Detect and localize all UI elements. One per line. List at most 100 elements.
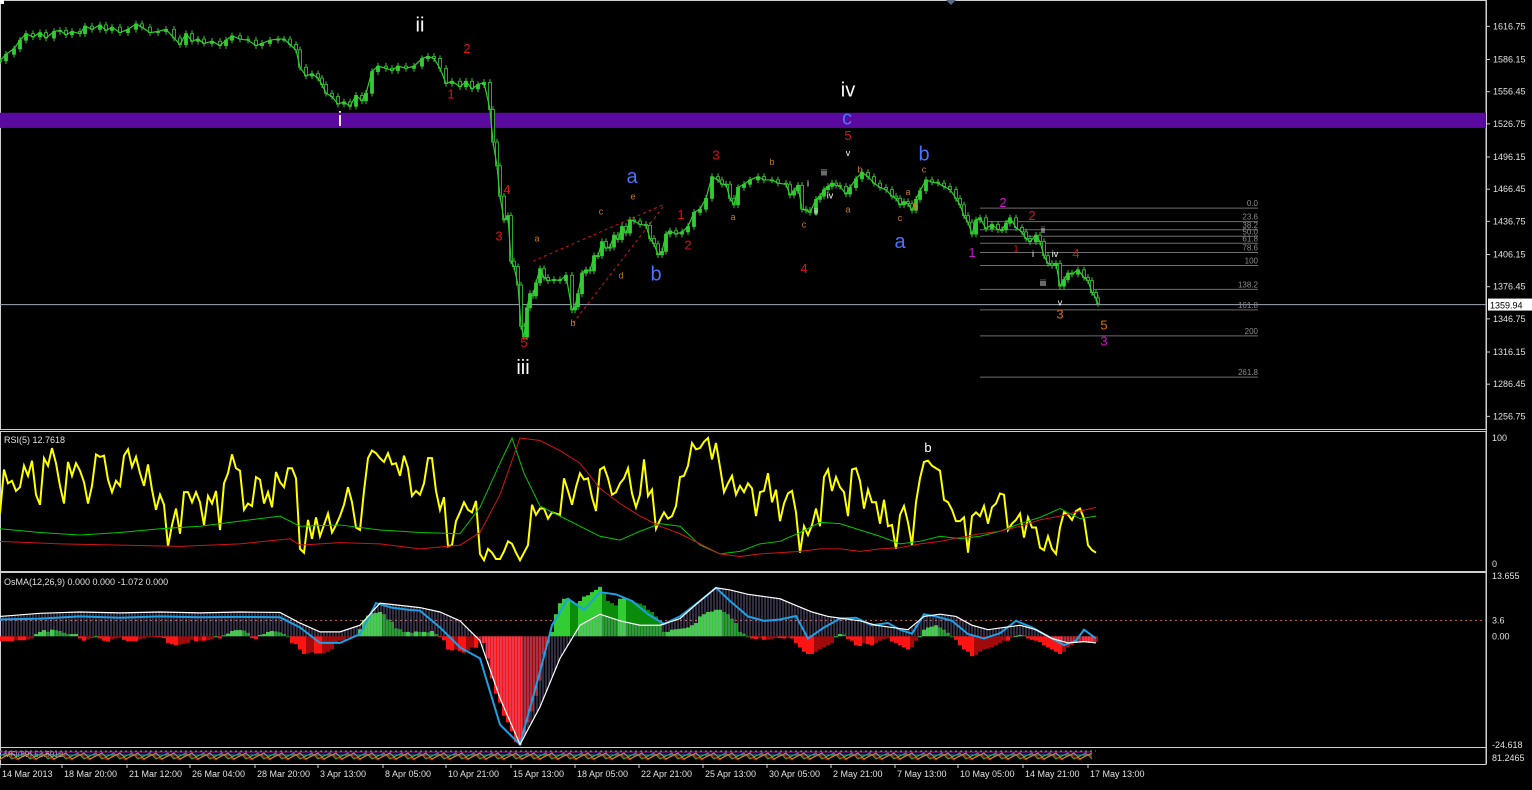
- osma-bar: [6, 636, 10, 642]
- wave-label: v: [1058, 298, 1063, 308]
- osma-bar: [966, 636, 970, 652]
- osma-bar: [754, 636, 758, 639]
- osma-bar: [18, 636, 22, 641]
- osma-bar: [738, 631, 742, 637]
- osma-bar: [798, 636, 802, 648]
- wave-label: b: [924, 440, 931, 455]
- price-tick-label: 1616.75: [1493, 21, 1526, 31]
- price-tick-label: 1436.75: [1493, 216, 1526, 226]
- osma-bar: [434, 634, 438, 637]
- osma-bar: [898, 636, 902, 646]
- osma-bar: [1010, 636, 1014, 638]
- osma-bar: [466, 636, 470, 651]
- osma-bar: [510, 636, 514, 732]
- osma-bar: [506, 636, 510, 723]
- osma-bar: [954, 636, 958, 640]
- osma-bar: [326, 636, 330, 652]
- wave-label: a: [730, 212, 735, 222]
- osma-bar: [282, 634, 286, 637]
- panel-frame-0: [0, 0, 1487, 430]
- osma-bar: [0, 636, 2, 642]
- osma-bar: [182, 636, 186, 644]
- osma-bar: [830, 636, 834, 643]
- osma-bar: [902, 636, 906, 648]
- osma-bar: [942, 629, 946, 637]
- fib-level-label: 78.6: [1242, 244, 1258, 253]
- osma-bar: [150, 636, 154, 638]
- osma-bar: [790, 636, 794, 639]
- osma-bar: [14, 636, 18, 641]
- osma-bar: [990, 636, 994, 648]
- osma-bar: [158, 636, 162, 638]
- rsi-title: RSI(5) 12.7618: [4, 435, 65, 445]
- osma-bar: [146, 636, 150, 638]
- wave-label: b: [769, 157, 774, 167]
- osma-bar: [862, 636, 866, 643]
- osma-bar: [166, 636, 170, 643]
- osma-bar: [782, 636, 786, 639]
- x-tick-label: 15 Apr 13:00: [513, 769, 564, 779]
- osma-bar: [1034, 636, 1038, 641]
- bottom-axis-line: [0, 764, 1486, 765]
- price-tick-label: 1346.75: [1493, 314, 1526, 324]
- osma-bar: [1026, 636, 1030, 639]
- osma-bar: [822, 636, 826, 648]
- mfi-tick-label: 81.2465: [1492, 753, 1525, 763]
- osma-signal-fill: [0, 587, 1096, 743]
- osma-bar: [566, 598, 570, 637]
- osma-bar: [894, 636, 898, 643]
- osma-bar: [26, 636, 30, 640]
- price-tick-label: 1256.75: [1493, 411, 1526, 421]
- fib-level-label: 261.8: [1238, 368, 1259, 377]
- osma-bar: [842, 634, 846, 637]
- osma-bar: [522, 636, 526, 736]
- osma-bar: [322, 636, 326, 654]
- osma-bar: [882, 636, 886, 639]
- osma-bar: [810, 636, 814, 654]
- wave-label: iv: [827, 190, 834, 200]
- osma-bar: [666, 631, 670, 637]
- osma-bar: [22, 636, 26, 641]
- osma-bar: [110, 636, 114, 640]
- wave-label: e: [630, 191, 635, 201]
- osma-bar: [958, 636, 962, 646]
- osma-bar: [726, 614, 730, 637]
- osma-bar: [186, 636, 190, 643]
- wave-label: iii: [1040, 278, 1046, 288]
- osma-bar: [122, 636, 126, 640]
- osma-bar: [602, 592, 606, 637]
- osma-bar: [446, 636, 450, 650]
- fib-level-label: 200: [1245, 327, 1259, 336]
- osma-bar: [410, 632, 414, 637]
- osma-series-1: [0, 587, 1097, 746]
- osma-bar: [1022, 635, 1026, 637]
- osma-bar: [138, 636, 142, 639]
- x-tick-label: 25 Apr 13:00: [705, 769, 756, 779]
- wave-label: ii: [416, 15, 425, 37]
- x-tick-label: 14 Mar 2013: [2, 769, 53, 779]
- wave-label: 4: [1072, 246, 1079, 261]
- price-candles: [0, 20, 1100, 341]
- wave-label: 5: [1100, 317, 1107, 332]
- osma-tick-label: 0.00: [1492, 631, 1510, 641]
- osma-bar: [126, 636, 130, 642]
- osma-bar: [62, 632, 66, 637]
- osma-bar: [390, 621, 394, 637]
- osma-bar: [426, 632, 430, 637]
- osma-bar: [234, 630, 238, 637]
- osma-bar: [202, 636, 206, 641]
- osma-bar: [926, 627, 930, 637]
- osma-bar: [342, 636, 346, 640]
- osma-bar: [950, 636, 954, 638]
- wave-label: b: [918, 143, 929, 165]
- wave-label: a: [905, 187, 910, 197]
- wave-label: 2: [684, 237, 691, 252]
- wave-label: iii: [516, 357, 529, 379]
- osma-bar: [106, 636, 110, 642]
- osma-bar: [606, 600, 610, 637]
- x-tick-label: 10 May 05:00: [960, 769, 1015, 779]
- osma-bar: [42, 630, 46, 637]
- osma-bar: [134, 636, 138, 642]
- wave-label: 2: [999, 195, 1006, 210]
- chart-canvas: 1616.75 1586.15 1556.45 1526.75 1496.15 1466.…: [0, 0, 1532, 779]
